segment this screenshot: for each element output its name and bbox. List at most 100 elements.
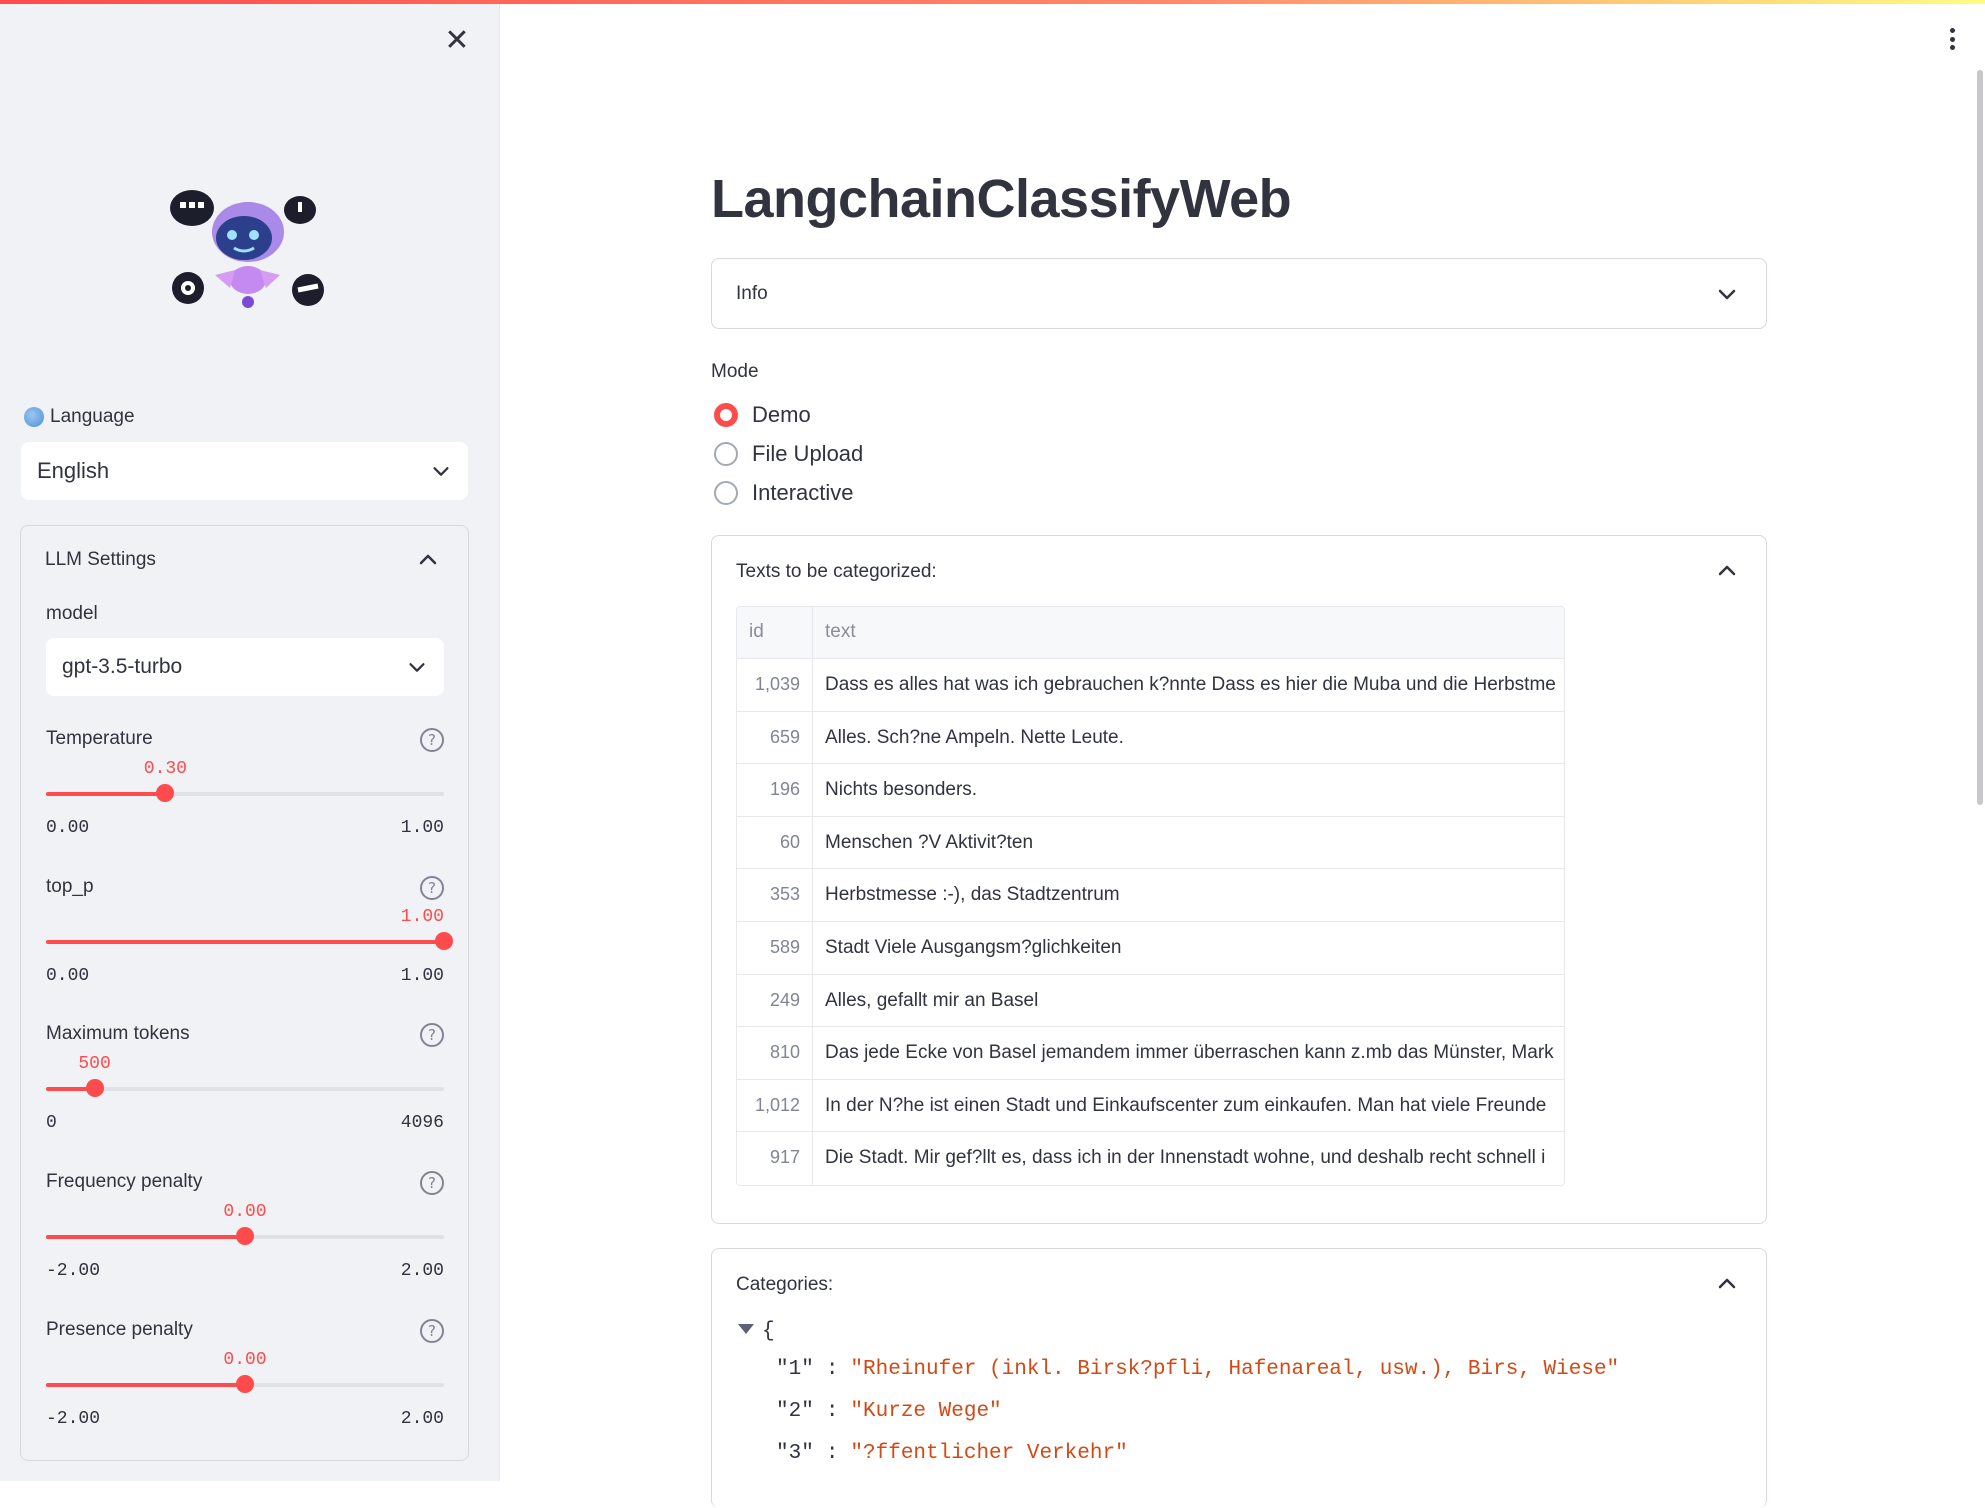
cell-id[interactable]: 1,039 (737, 659, 813, 711)
presence-penalty-max: 2.00 (400, 1409, 444, 1429)
cell-text[interactable]: Dass es alles hat was ich gebrauchen k?n… (813, 659, 1564, 711)
temperature-max: 1.00 (400, 818, 444, 838)
top-decoration-bar (0, 0, 1985, 4)
presence-penalty-slider[interactable] (46, 1375, 444, 1393)
table-row[interactable]: 589 Stadt Viele Ausgangsm?glichkeiten (737, 921, 1564, 975)
chevron-up-icon[interactable] (1715, 1272, 1739, 1296)
table-row[interactable]: 917 Die Stadt. Mir gef?llt es, dass ich i… (737, 1132, 1564, 1185)
cell-id[interactable]: 810 (737, 1027, 813, 1079)
frequency-penalty-range: -2.00 2.00 (46, 1261, 444, 1281)
table-row[interactable]: 659 Alles. Sch?ne Ampeln. Nette Leute. (737, 711, 1564, 765)
language-select-value: English (37, 458, 110, 483)
radio-file-upload-label: File Upload (752, 441, 864, 466)
help-icon[interactable]: ? (420, 1023, 444, 1047)
robot-logo (170, 190, 324, 308)
json-value: "Kurze Wege" (850, 1400, 1002, 1423)
column-header-id[interactable]: id (737, 607, 813, 658)
table-row[interactable]: 1,039 Dass es alles hat was ich gebrauche… (737, 659, 1564, 712)
cell-text[interactable]: In der N?he ist einen Stadt und Einkaufs… (813, 1080, 1564, 1132)
top-p-value: 1.00 (400, 907, 444, 927)
max-tokens-min: 0 (46, 1113, 57, 1133)
table-row[interactable]: 810 Das jede Ecke von Basel jemandem imme… (737, 1027, 1564, 1080)
info-expander[interactable]: Info (711, 258, 1767, 329)
cell-text[interactable]: Herbstmesse :-), das Stadtzentrum (813, 869, 1564, 921)
top-p-slider[interactable] (46, 932, 453, 950)
table-row[interactable]: 1,012 In der N?he ist einen Stadt und Ein… (737, 1079, 1564, 1133)
top-p-label: top_p (46, 876, 94, 897)
cell-id[interactable]: 659 (737, 711, 813, 764)
model-select[interactable]: gpt-3.5-turbo (46, 638, 444, 696)
json-value: "Rheinufer (inkl. Birsk?pfli, Hafenareal… (850, 1358, 1620, 1381)
chevron-up-icon[interactable] (416, 548, 440, 572)
json-open-brace: { (762, 1320, 775, 1343)
texts-table[interactable]: id text 1,039 Dass es alles hat was ich g… (736, 606, 1565, 1186)
radio-demo[interactable]: Demo (714, 402, 811, 428)
radio-file-upload[interactable]: File Upload (714, 441, 863, 467)
top-p-slider-thumb[interactable] (435, 932, 453, 950)
language-select[interactable]: English (21, 442, 468, 500)
radio-demo-label: Demo (752, 402, 811, 427)
table-row[interactable]: 60 Menschen ?V Aktivit?ten (737, 816, 1564, 870)
table-row[interactable]: 353 Herbstmesse :-), das Stadtzentrum (737, 869, 1564, 922)
help-icon[interactable]: ? (420, 728, 444, 752)
max-tokens-value: 500 (78, 1054, 111, 1074)
sidebar: ✕ Language English LLM Settings model gp… (0, 0, 500, 1481)
json-separator: : (825, 1442, 839, 1465)
close-icon[interactable]: ✕ (438, 22, 476, 60)
radio-unselected-icon (714, 481, 738, 505)
temperature-range: 0.00 1.00 (46, 818, 444, 838)
chevron-up-icon[interactable] (1715, 559, 1739, 583)
json-entry: "3": "?ffentlicher Verkehr" (776, 1442, 1128, 1465)
cell-text[interactable]: Alles, gefallt mir an Basel (813, 975, 1564, 1027)
help-icon[interactable]: ? (420, 1319, 444, 1343)
cell-text[interactable]: Die Stadt. Mir gef?llt es, dass ich in d… (813, 1132, 1564, 1185)
language-label: Language (24, 406, 135, 428)
radio-interactive-label: Interactive (752, 480, 854, 505)
mode-label: Mode (711, 361, 759, 382)
table-body: 1,039 Dass es alles hat was ich gebrauche… (737, 659, 1564, 1185)
temperature-slider[interactable] (46, 784, 444, 802)
table-row[interactable]: 196 Nichts besonders. (737, 764, 1564, 817)
max-tokens-range: 0 4096 (46, 1113, 444, 1133)
frequency-penalty-slider-thumb[interactable] (236, 1227, 254, 1245)
frequency-penalty-label: Frequency penalty (46, 1171, 203, 1192)
radio-interactive[interactable]: Interactive (714, 480, 854, 506)
cell-id[interactable]: 196 (737, 764, 813, 816)
json-separator: : (825, 1400, 839, 1423)
cell-text[interactable]: Menschen ?V Aktivit?ten (813, 817, 1564, 869)
categories-expander-label[interactable]: Categories: (736, 1274, 833, 1296)
llm-settings-title[interactable]: LLM Settings (45, 549, 156, 571)
cell-text[interactable]: Alles. Sch?ne Ampeln. Nette Leute. (813, 712, 1564, 764)
frequency-penalty-slider[interactable] (46, 1227, 444, 1245)
chevron-down-icon (433, 467, 449, 476)
cell-id[interactable]: 1,012 (737, 1079, 813, 1132)
presence-penalty-slider-thumb[interactable] (236, 1375, 254, 1393)
texts-expander-label[interactable]: Texts to be categorized: (736, 561, 937, 583)
cell-id[interactable]: 589 (737, 921, 813, 974)
scrollbar[interactable] (1977, 70, 1983, 805)
max-tokens-slider-thumb[interactable] (85, 1079, 104, 1097)
presence-penalty-value: 0.00 (223, 1350, 267, 1370)
help-icon[interactable]: ? (420, 1171, 444, 1195)
collapse-triangle-icon[interactable] (738, 1324, 754, 1334)
help-icon[interactable]: ? (420, 876, 444, 900)
max-tokens-slider[interactable] (46, 1079, 444, 1097)
presence-penalty-slider-fill (46, 1383, 245, 1387)
cell-text[interactable]: Nichts besonders. (813, 764, 1564, 816)
top-p-min: 0.00 (46, 966, 90, 986)
cell-text[interactable]: Das jede Ecke von Basel jemandem immer ü… (813, 1027, 1564, 1079)
frequency-penalty-max: 2.00 (400, 1261, 444, 1281)
cell-id[interactable]: 249 (737, 974, 813, 1027)
cell-text[interactable]: Stadt Viele Ausgangsm?glichkeiten (813, 922, 1564, 974)
json-key: "3" (776, 1442, 814, 1465)
json-entry: "2": "Kurze Wege" (776, 1400, 1002, 1423)
table-row[interactable]: 249 Alles, gefallt mir an Basel (737, 974, 1564, 1028)
frequency-penalty-slider-fill (46, 1235, 245, 1239)
main-menu-icon[interactable] (1940, 24, 1964, 54)
json-separator: : (825, 1358, 839, 1381)
cell-id[interactable]: 60 (737, 816, 813, 869)
max-tokens-max: 4096 (400, 1113, 444, 1133)
cell-id[interactable]: 917 (737, 1132, 813, 1185)
cell-id[interactable]: 353 (737, 869, 813, 921)
column-header-text[interactable]: text (813, 607, 1564, 658)
